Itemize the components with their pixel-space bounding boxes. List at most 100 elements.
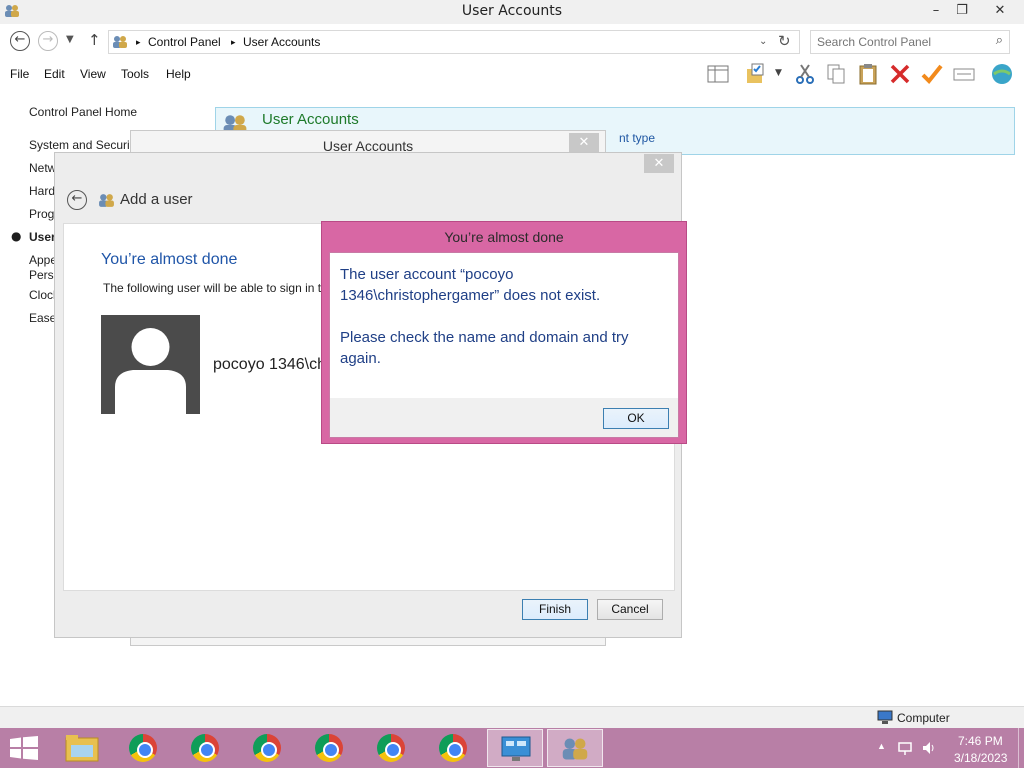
error-message-line: again. (340, 350, 381, 367)
menu-help[interactable]: Help (166, 67, 191, 81)
account-name: pocoyo 1346\christophergamer (213, 356, 323, 373)
control-panel-icon (113, 36, 127, 48)
copy-icon[interactable] (824, 62, 848, 86)
error-dialog-title: You’re almost done (444, 229, 564, 245)
menu-bar: File Edit View Tools Help ▼ (0, 62, 1024, 88)
nav-clock-language-region[interactable]: Clock, Language, and Region (29, 288, 54, 302)
clock-date[interactable]: 3/18/2023 (954, 751, 1007, 765)
menu-edit[interactable]: Edit (44, 67, 65, 81)
menu-tools[interactable]: Tools (121, 67, 149, 81)
windows-start-icon[interactable] (10, 736, 38, 760)
finish-button[interactable]: Finish (522, 599, 588, 620)
taskbar-chrome-6[interactable] (425, 729, 481, 767)
change-account-type-link[interactable]: nt type (619, 131, 655, 145)
menu-view[interactable]: View (80, 67, 106, 81)
nav-system-and-security[interactable]: System and Security (29, 138, 130, 152)
search-input[interactable] (817, 32, 987, 52)
taskbar-chrome-1[interactable] (115, 729, 171, 767)
recent-locations-icon[interactable]: ▼ (66, 34, 74, 45)
chrome-icon (191, 734, 219, 762)
chevron-right-icon: ▸ (231, 37, 236, 47)
taskbar-chrome-5[interactable] (363, 729, 419, 767)
status-location: Computer (897, 711, 950, 725)
globe-icon[interactable] (990, 62, 1014, 86)
menu-file[interactable]: File (10, 67, 29, 81)
computer-icon (877, 710, 893, 724)
volume-icon[interactable] (921, 740, 937, 756)
nav-user-accounts[interactable]: User Accounts (29, 230, 54, 244)
chrome-icon (439, 734, 467, 762)
error-dialog-body: The user account “pocoyo 1346\christophe… (329, 252, 679, 438)
navigation-bar: ← → ▼ ↑ ▸ Control Panel ▸ User Accounts … (0, 27, 1024, 57)
maximize-button[interactable]: ❐ (950, 0, 974, 22)
clock-time[interactable]: 7:46 PM (958, 734, 1003, 748)
taskbar-file-explorer[interactable] (54, 729, 110, 767)
taskbar-chrome-2[interactable] (177, 729, 233, 767)
user-accounts-icon (562, 738, 588, 760)
folder-icon (65, 735, 99, 762)
control-panel-icon (501, 736, 531, 761)
paste-icon[interactable] (856, 62, 880, 86)
chrome-icon (377, 734, 405, 762)
taskbar-chrome-4[interactable] (301, 729, 357, 767)
nav-control-panel-home[interactable]: Control Panel Home (29, 105, 179, 119)
refresh-icon[interactable]: ↻ (778, 32, 791, 50)
address-bar[interactable]: ▸ Control Panel ▸ User Accounts ⌄ (108, 30, 800, 54)
banner-title[interactable]: User Accounts (262, 111, 359, 128)
chevron-down-icon[interactable]: ▼ (775, 68, 782, 78)
breadcrumb-control-panel[interactable]: Control Panel (148, 35, 221, 49)
cancel-button[interactable]: Cancel (597, 599, 663, 620)
up-arrow-icon[interactable]: ↑ (88, 31, 101, 49)
nav-appearance[interactable]: Appearance and (29, 253, 54, 267)
checklist-folder-icon[interactable] (744, 62, 768, 86)
properties-icon[interactable] (952, 62, 976, 86)
taskbar-control-panel[interactable] (487, 729, 543, 767)
search-icon[interactable]: ⌕ (996, 33, 1003, 48)
user-avatar (101, 315, 200, 414)
chrome-icon (129, 734, 157, 762)
chevron-right-icon: ▸ (136, 37, 141, 47)
dialog-close-button[interactable]: ✕ (569, 133, 599, 152)
nav-network-and-internet[interactable]: Network and Internet (29, 161, 54, 175)
wizard-description: The following user will be able to sign … (103, 281, 323, 295)
wizard-close-button[interactable]: ✕ (644, 154, 674, 173)
search-box[interactable]: ⌕ (810, 30, 1010, 54)
chrome-icon (253, 734, 281, 762)
layout-pane-icon[interactable] (706, 62, 730, 86)
nav-hardware-and-sound[interactable]: Hardware and Sound (29, 184, 54, 198)
back-button[interactable]: ← (10, 31, 30, 51)
network-icon[interactable] (897, 740, 913, 756)
status-bar: Computer (0, 706, 1024, 728)
error-message-line: Please check the name and domain and try (340, 329, 629, 346)
current-item-bullet: ● (11, 229, 22, 243)
wizard-heading: You’re almost done (101, 251, 238, 268)
close-button[interactable]: ✕ (986, 0, 1014, 22)
show-desktop-button[interactable] (1018, 728, 1024, 768)
show-hidden-icons-icon[interactable]: ▲ (877, 741, 886, 751)
taskbar-user-accounts[interactable] (547, 729, 603, 767)
wizard-title: Add a user (120, 191, 193, 208)
wizard-back-button[interactable]: ← (67, 190, 87, 210)
window-title: User Accounts (461, 3, 563, 19)
add-user-icon (99, 194, 114, 207)
error-message-line: The user account “pocoyo (340, 266, 514, 283)
chevron-down-icon[interactable]: ⌄ (759, 36, 767, 47)
error-dialog: You’re almost done The user account “poc… (321, 221, 687, 444)
nav-programs[interactable]: Programs (29, 207, 54, 221)
delete-icon[interactable] (888, 62, 912, 86)
error-message-line: 1346\christophergamer” does not exist. (340, 287, 601, 304)
chrome-icon (315, 734, 343, 762)
nav-personalization[interactable]: Personalization (29, 268, 54, 282)
title-bar: User Accounts – ❐ ✕ (0, 0, 1024, 24)
message-area: The user account “pocoyo 1346\christophe… (330, 253, 678, 398)
cut-icon[interactable] (793, 62, 817, 86)
taskbar: ▲ 7:46 PM 3/18/2023 (0, 728, 1024, 768)
nav-ease-of-access[interactable]: Ease of Access (29, 311, 54, 325)
minimize-button[interactable]: – (925, 0, 947, 22)
default-user-icon (115, 328, 186, 414)
ok-button[interactable]: OK (603, 408, 669, 429)
forward-button[interactable]: → (38, 31, 58, 51)
breadcrumb-user-accounts[interactable]: User Accounts (243, 35, 320, 49)
taskbar-chrome-3[interactable] (239, 729, 295, 767)
checkmark-icon[interactable] (920, 62, 944, 86)
